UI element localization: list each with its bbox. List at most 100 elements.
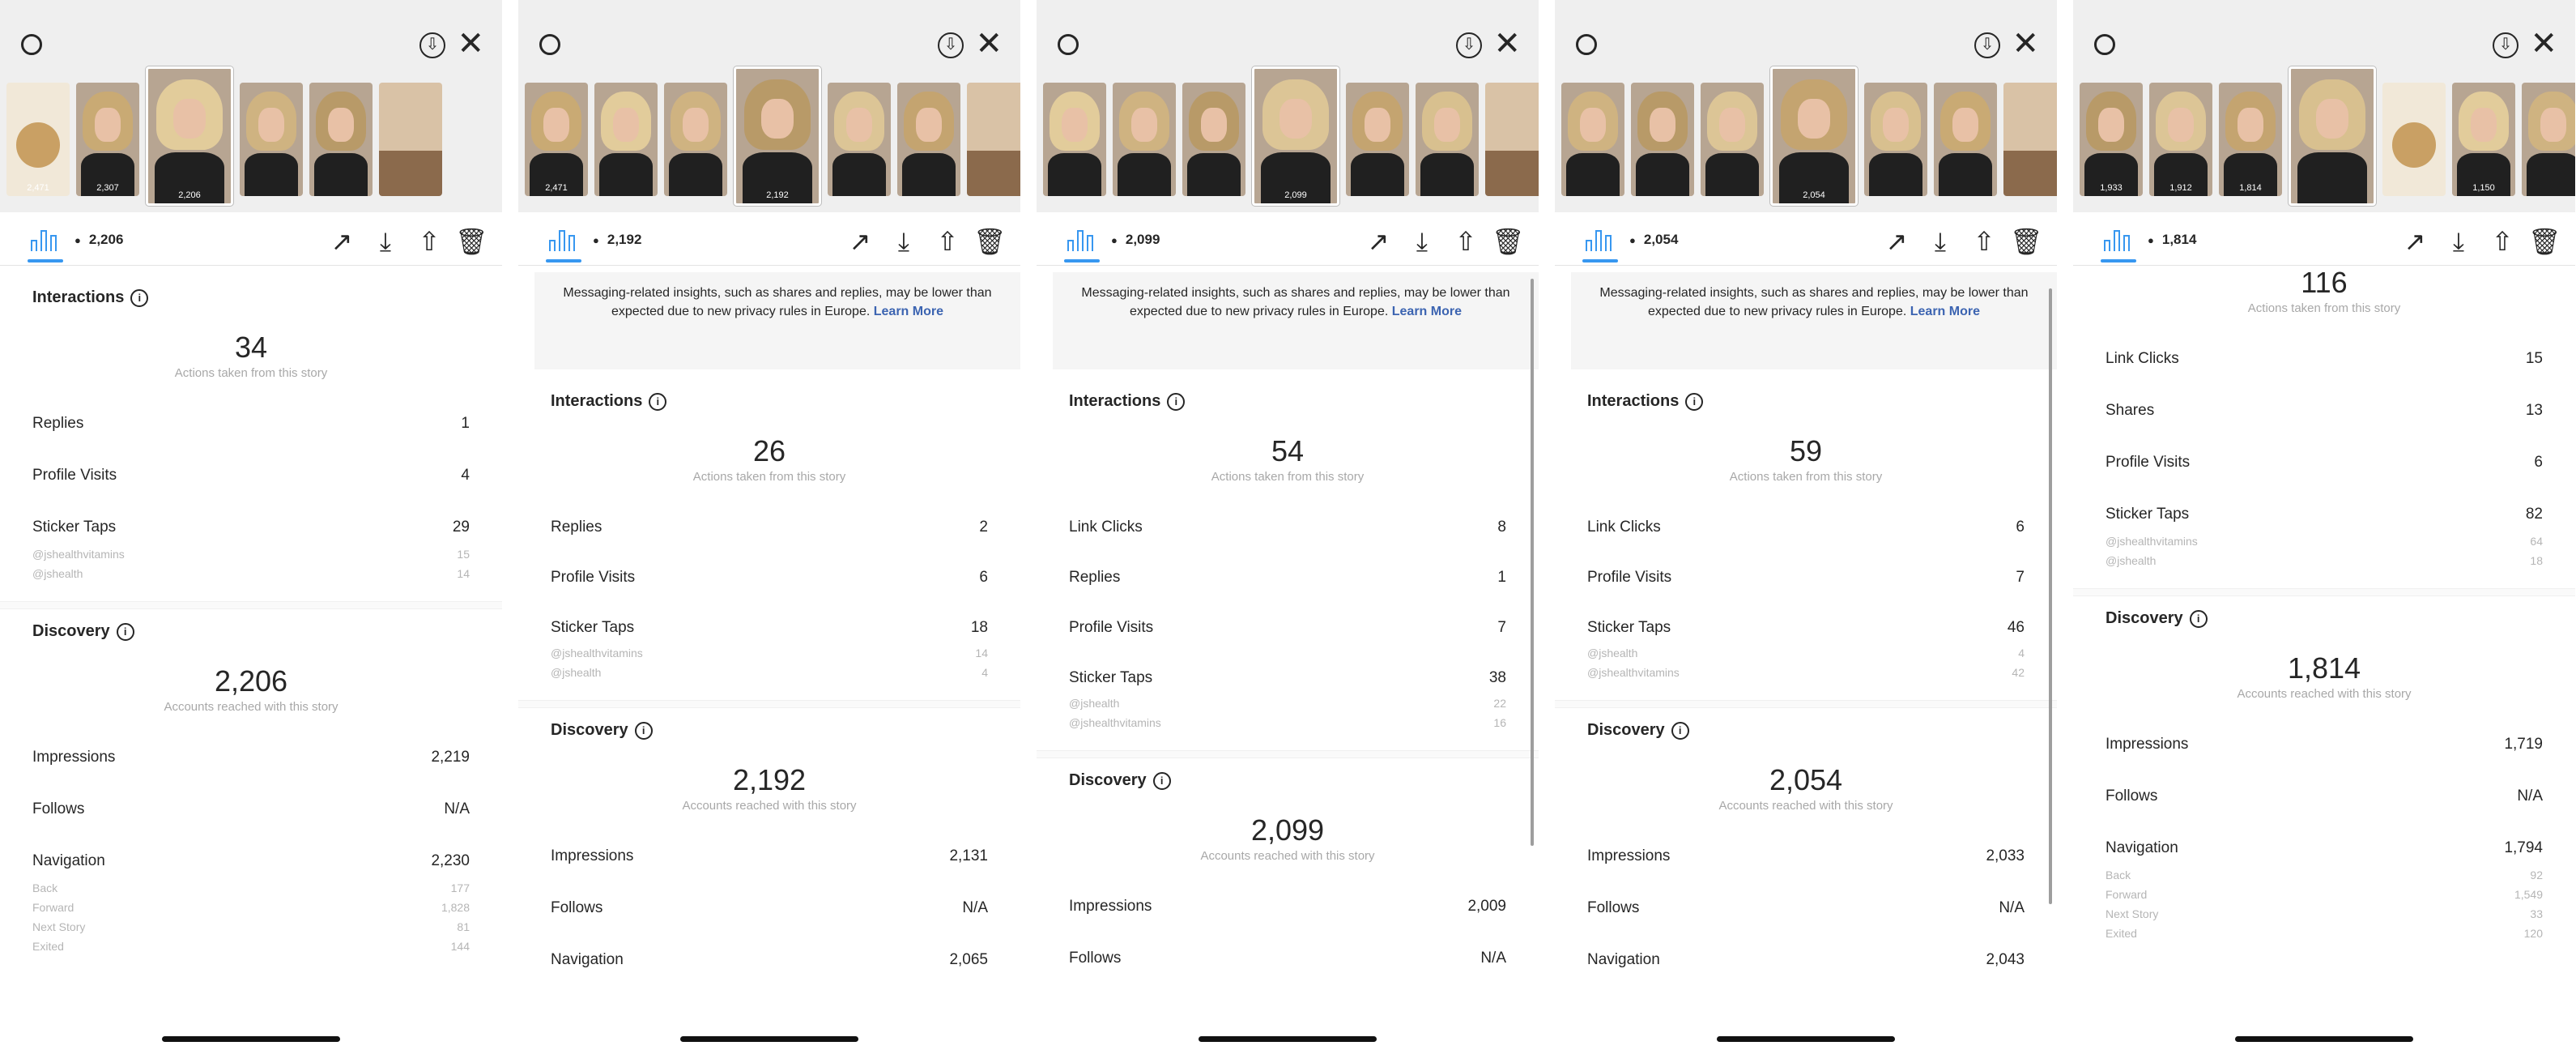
promote-trend-icon[interactable]: ↗: [2399, 225, 2431, 258]
story-thumbnail[interactable]: 1,933: [2080, 83, 2143, 196]
info-icon[interactable]: i: [649, 393, 667, 411]
bar-chart-icon[interactable]: [2104, 225, 2133, 251]
story-ring-icon[interactable]: [2094, 34, 2115, 55]
share-icon[interactable]: ⇧: [1968, 225, 2000, 258]
download-icon[interactable]: ⇩: [1456, 32, 1482, 58]
story-thumbnail[interactable]: [240, 83, 303, 196]
story-thumbnail[interactable]: [1346, 83, 1409, 196]
story-ring-icon[interactable]: [1576, 34, 1597, 55]
story-thumbnail[interactable]: [2003, 83, 2057, 196]
story-thumbnail[interactable]: 2,307: [76, 83, 139, 196]
download-icon[interactable]: ⇩: [2493, 32, 2519, 58]
story-thumbnail[interactable]: [2382, 83, 2446, 196]
save-icon[interactable]: ⤓: [2442, 225, 2475, 258]
viewer-count[interactable]: ● 2,206: [75, 232, 123, 248]
learn-more-link[interactable]: Learn More: [1910, 305, 1980, 318]
scrollbar[interactable]: [1531, 279, 1534, 846]
viewer-count[interactable]: ● 2,192: [593, 232, 641, 248]
story-thumbnail[interactable]: [594, 83, 658, 196]
learn-more-link[interactable]: Learn More: [1392, 305, 1462, 318]
close-icon[interactable]: ✕: [2012, 28, 2039, 60]
story-thumbnail[interactable]: [1701, 83, 1764, 196]
download-icon[interactable]: ⇩: [938, 32, 964, 58]
story-thumbnail[interactable]: [1485, 83, 1539, 196]
info-icon[interactable]: i: [130, 289, 149, 307]
story-thumbnail[interactable]: [1182, 83, 1245, 196]
trash-icon[interactable]: 🗑: [973, 225, 1007, 258]
story-thumbnail[interactable]: [1043, 83, 1106, 196]
story-thumbnail[interactable]: 1,150: [2452, 83, 2515, 196]
home-indicator[interactable]: [1717, 1036, 1895, 1042]
info-icon[interactable]: i: [2189, 610, 2208, 628]
story-thumbnail[interactable]: 2,471: [525, 83, 588, 196]
story-thumbnail[interactable]: 1,814: [2219, 83, 2282, 196]
story-thumbnail[interactable]: 2,471: [6, 83, 70, 196]
trash-icon[interactable]: 🗑: [455, 225, 488, 258]
home-indicator[interactable]: [162, 1036, 340, 1042]
info-icon[interactable]: i: [634, 722, 653, 740]
info-icon[interactable]: i: [1671, 722, 1689, 740]
story-thumbnail[interactable]: [1416, 83, 1479, 196]
save-icon[interactable]: ⤓: [1406, 225, 1438, 258]
trash-icon[interactable]: 🗑: [2528, 225, 2561, 258]
trash-icon[interactable]: 🗑: [2010, 225, 2043, 258]
promote-trend-icon[interactable]: ↗: [1362, 225, 1394, 258]
promote-trend-icon[interactable]: ↗: [326, 225, 358, 258]
info-icon[interactable]: i: [116, 623, 134, 641]
clothing-image: [1420, 152, 1474, 196]
story-thumbnail[interactable]: [967, 83, 1020, 196]
trash-icon[interactable]: 🗑: [1492, 225, 1525, 258]
share-icon[interactable]: ⇧: [1450, 225, 1482, 258]
share-icon[interactable]: ⇧: [413, 225, 445, 258]
share-icon[interactable]: ⇧: [2486, 225, 2519, 258]
download-icon[interactable]: ⇩: [419, 32, 445, 58]
story-ring-icon[interactable]: [21, 34, 42, 55]
bar-chart-icon[interactable]: [1067, 225, 1096, 251]
bar-chart-icon[interactable]: [31, 225, 60, 251]
scrollbar[interactable]: [2049, 288, 2052, 904]
viewer-count[interactable]: ● 2,099: [1111, 232, 1160, 248]
story-thumbnail[interactable]: [1631, 83, 1694, 196]
viewer-count[interactable]: ● 2,054: [1629, 232, 1678, 248]
story-thumbnail[interactable]: [1561, 83, 1624, 196]
story-thumbnail[interactable]: [2522, 83, 2575, 196]
story-thumbnail[interactable]: [897, 83, 960, 196]
save-icon[interactable]: ⤓: [1924, 225, 1956, 258]
learn-more-link[interactable]: Learn More: [874, 305, 943, 318]
story-thumbnail[interactable]: [1934, 83, 1997, 196]
story-thumbnail[interactable]: 2,099: [1252, 66, 1339, 206]
home-indicator[interactable]: [2235, 1036, 2413, 1042]
info-icon[interactable]: i: [1685, 393, 1704, 411]
story-thumbnail[interactable]: 1,912: [2149, 83, 2212, 196]
close-icon[interactable]: ✕: [457, 28, 484, 60]
info-icon[interactable]: i: [1152, 772, 1171, 790]
download-icon[interactable]: ⇩: [1974, 32, 2000, 58]
viewer-count[interactable]: ● 1,814: [2148, 232, 2196, 248]
close-icon[interactable]: ✕: [1493, 28, 1521, 60]
story-thumbnail[interactable]: [379, 83, 442, 196]
share-icon[interactable]: ⇧: [931, 225, 964, 258]
story-thumbnail[interactable]: 2,054: [1770, 66, 1858, 206]
story-thumbnail[interactable]: [309, 83, 373, 196]
story-ring-icon[interactable]: [539, 34, 560, 55]
close-icon[interactable]: ✕: [2530, 28, 2557, 60]
story-thumbnail[interactable]: 2,206: [146, 66, 233, 206]
home-indicator[interactable]: [680, 1036, 858, 1042]
story-thumbnail[interactable]: [2289, 66, 2376, 206]
promote-trend-icon[interactable]: ↗: [844, 225, 876, 258]
info-icon[interactable]: i: [1167, 393, 1186, 411]
story-thumbnails: 2,471 2,192: [518, 66, 1020, 212]
save-icon[interactable]: ⤓: [369, 225, 402, 258]
story-thumbnail[interactable]: [828, 83, 891, 196]
bar-chart-icon[interactable]: [549, 225, 578, 251]
promote-trend-icon[interactable]: ↗: [1880, 225, 1913, 258]
close-icon[interactable]: ✕: [975, 28, 1003, 60]
save-icon[interactable]: ⤓: [888, 225, 920, 258]
story-ring-icon[interactable]: [1058, 34, 1079, 55]
story-thumbnail[interactable]: [664, 83, 727, 196]
story-thumbnail[interactable]: 2,192: [734, 66, 821, 206]
story-thumbnail[interactable]: [1864, 83, 1927, 196]
story-thumbnail[interactable]: [1113, 83, 1176, 196]
bar-chart-icon[interactable]: [1586, 225, 1615, 251]
home-indicator[interactable]: [1199, 1036, 1377, 1042]
